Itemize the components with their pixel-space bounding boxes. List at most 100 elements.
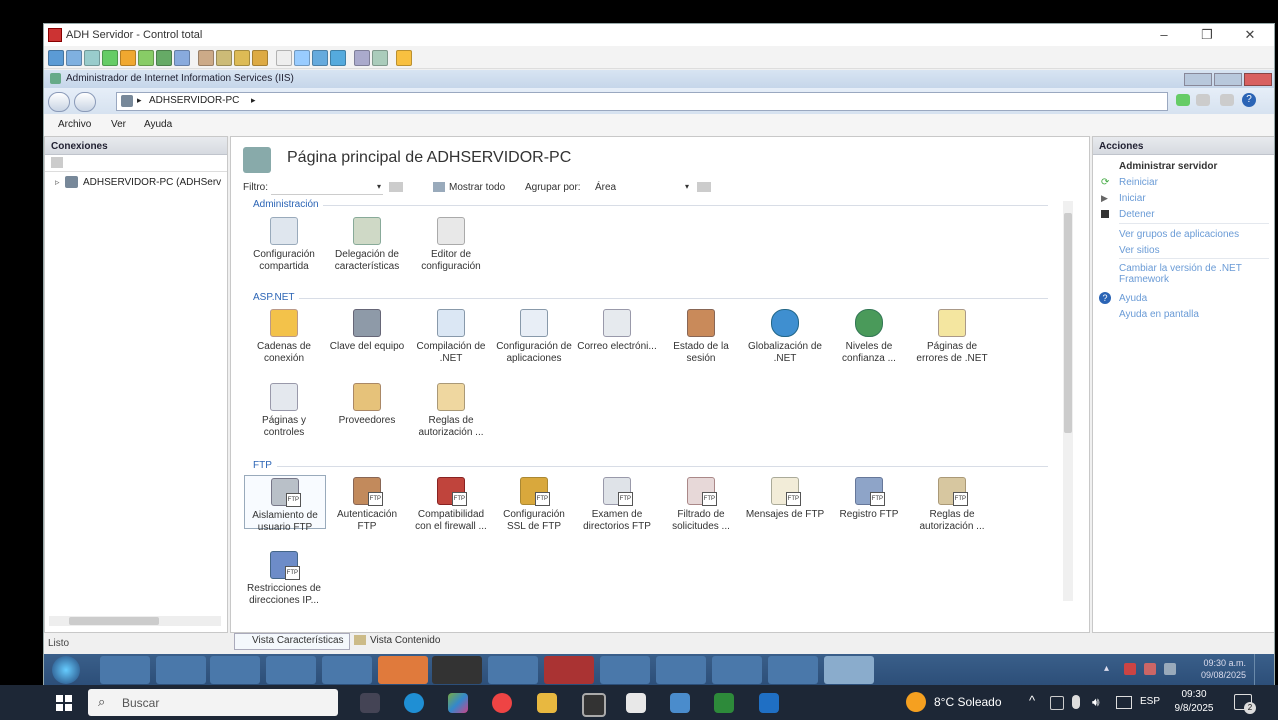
ie-taskbar-icon[interactable] xyxy=(100,656,150,684)
back-button[interactable] xyxy=(48,92,70,112)
view-app-pools-link[interactable]: Ver grupos de aplicaciones xyxy=(1119,229,1239,240)
stop-link[interactable]: Detener xyxy=(1119,209,1155,220)
forward-button[interactable] xyxy=(74,92,96,112)
filter-input[interactable] xyxy=(271,180,383,195)
toolbar-transfer-icon[interactable] xyxy=(102,50,118,66)
network-icon[interactable] xyxy=(1116,696,1132,709)
start-link[interactable]: Iniciar xyxy=(1119,193,1146,204)
toolbar-split-icon[interactable] xyxy=(312,50,328,66)
toolbar-users-icon[interactable] xyxy=(216,50,232,66)
feature-delegation[interactable]: Delegación de características xyxy=(327,217,407,273)
toolbar-star-icon[interactable] xyxy=(396,50,412,66)
explorer-taskbar-icon[interactable] xyxy=(156,656,206,684)
toolbar-monitor-icon[interactable] xyxy=(48,50,64,66)
window-taskbar-icon-2[interactable] xyxy=(656,656,706,684)
go-icon[interactable] xyxy=(389,182,403,192)
tree-item-server[interactable]: ADHSERVIDOR-PC (ADHServ xyxy=(83,177,223,188)
xampp-taskbar-icon[interactable] xyxy=(378,656,428,684)
virtualbox-taskbar-icon[interactable] xyxy=(322,656,372,684)
feature-ftp-firewall[interactable]: FTP Compatibilidad con el firewall ... xyxy=(411,477,491,533)
chrome-taskbar-icon[interactable] xyxy=(266,656,316,684)
iis-minimize-button[interactable] xyxy=(1184,73,1212,86)
feature-authorization[interactable]: Reglas de autorización ... xyxy=(411,383,491,439)
iis-restore-button[interactable] xyxy=(1214,73,1242,86)
feature-ftp-log[interactable]: FTP Registro FTP xyxy=(829,477,909,521)
view-icon[interactable] xyxy=(697,182,711,192)
remote-start-button[interactable] xyxy=(52,656,80,684)
xbox-icon[interactable] xyxy=(714,693,734,713)
language-indicator[interactable]: ESP xyxy=(1140,696,1160,707)
cmd-taskbar-icon[interactable] xyxy=(432,656,482,684)
window-taskbar-icon-1[interactable] xyxy=(600,656,650,684)
tray-network-icon[interactable] xyxy=(1144,663,1156,675)
feature-ftp-filter[interactable]: FTP Filtrado de solicitudes ... xyxy=(661,477,741,533)
app-a-taskbar-icon[interactable] xyxy=(488,656,538,684)
toolbar-user-icon[interactable] xyxy=(198,50,214,66)
feature-ftp-directory[interactable]: FTP Examen de directorios FTP xyxy=(577,477,657,533)
feature-session-state[interactable]: Estado de la sesión xyxy=(661,309,741,365)
window-taskbar-icon-4[interactable] xyxy=(768,656,818,684)
feature-pages-controls[interactable]: Páginas y controles xyxy=(244,383,324,439)
feature-error-pages[interactable]: Páginas de errores de .NET xyxy=(912,309,992,365)
tray-app-icon[interactable] xyxy=(1050,696,1064,710)
breadcrumb-separator[interactable]: ▸ xyxy=(251,95,256,106)
show-all-button[interactable]: Mostrar todo xyxy=(449,182,505,193)
feature-ftp-ssl[interactable]: FTP Configuración SSL de FTP xyxy=(494,477,574,533)
search-box[interactable]: ⌕ Buscar xyxy=(88,689,338,716)
restore-button[interactable]: ❐ xyxy=(1187,26,1227,44)
file-explorer-icon[interactable] xyxy=(537,693,557,713)
iis-taskbar-icon[interactable] xyxy=(824,656,874,684)
help-link[interactable]: Ayuda xyxy=(1119,293,1147,304)
address-box[interactable]: ▸ ADHSERVIDOR-PC ▸ xyxy=(116,92,1168,111)
features-scrollbar[interactable] xyxy=(1063,201,1073,601)
connect-icon[interactable] xyxy=(51,157,63,168)
feature-shared-config[interactable]: Configuración compartida xyxy=(244,217,324,273)
copilot-icon[interactable] xyxy=(448,693,468,713)
feature-ftp-auth[interactable]: FTP Autenticación FTP xyxy=(327,477,407,533)
feature-email[interactable]: Correo electróni... xyxy=(577,309,657,353)
help-icon[interactable]: ? xyxy=(1242,93,1256,107)
tray-chevron-up-icon[interactable]: ^ xyxy=(1029,693,1035,708)
toolbar-settings-icon[interactable] xyxy=(372,50,388,66)
feature-config-editor[interactable]: Editor de configuración xyxy=(411,217,491,273)
remote-app-taskbar-icon[interactable] xyxy=(670,693,690,713)
outlook-icon[interactable] xyxy=(759,693,779,713)
connections-scrollbar[interactable] xyxy=(49,616,221,626)
minimize-button[interactable]: – xyxy=(1144,26,1184,44)
feature-ftp-user-isolation[interactable]: FTP Aislamiento de usuario FTP xyxy=(244,475,326,533)
menu-ver[interactable]: Ver xyxy=(111,119,126,130)
toolbar-clipboard-icon[interactable] xyxy=(354,50,370,66)
tray-chevron-icon[interactable]: ▴ xyxy=(1104,663,1109,674)
toolbar-window-icon[interactable] xyxy=(66,50,82,66)
stop-icon[interactable] xyxy=(1196,94,1210,106)
toolbar-chat-icon[interactable] xyxy=(120,50,136,66)
online-help-link[interactable]: Ayuda en pantalla xyxy=(1119,309,1199,320)
toolbar-key-icon[interactable] xyxy=(252,50,268,66)
wamp-taskbar-icon[interactable] xyxy=(544,656,594,684)
refresh-icon[interactable] xyxy=(1176,94,1190,106)
view-sites-link[interactable]: Ver sitios xyxy=(1119,245,1160,256)
windows-start-icon[interactable] xyxy=(56,695,72,711)
task-view-icon[interactable] xyxy=(360,693,380,713)
weather-sun-icon[interactable] xyxy=(906,692,926,712)
feature-providers[interactable]: Proveedores xyxy=(327,383,407,427)
clock-date[interactable]: 9/8/2025 xyxy=(1168,703,1220,714)
feature-trust-levels[interactable]: Niveles de confianza ... xyxy=(829,309,909,365)
feature-machine-key[interactable]: Clave del equipo xyxy=(327,309,407,353)
menu-archivo[interactable]: Archivo xyxy=(58,119,91,130)
chrome-icon[interactable] xyxy=(492,693,512,713)
edge-icon[interactable] xyxy=(404,693,424,713)
iis-close-button[interactable] xyxy=(1244,73,1272,86)
show-all-icon[interactable] xyxy=(433,182,445,192)
close-button[interactable]: ✕ xyxy=(1230,26,1270,44)
window-taskbar-icon-3[interactable] xyxy=(712,656,762,684)
feature-compilation[interactable]: Compilación de .NET xyxy=(411,309,491,365)
microphone-icon[interactable] xyxy=(1072,695,1080,709)
toolbar-screen-icon[interactable] xyxy=(84,50,100,66)
menu-ayuda[interactable]: Ayuda xyxy=(144,119,172,130)
feature-ftp-ip-restrictions[interactable]: FTP Restricciones de direcciones IP... xyxy=(244,551,324,607)
tray-flag-icon[interactable] xyxy=(1124,663,1136,675)
toolbar-scale-icon[interactable] xyxy=(294,50,310,66)
filter-dropdown-icon[interactable]: ▾ xyxy=(377,182,381,191)
show-desktop-button[interactable] xyxy=(1254,654,1273,686)
